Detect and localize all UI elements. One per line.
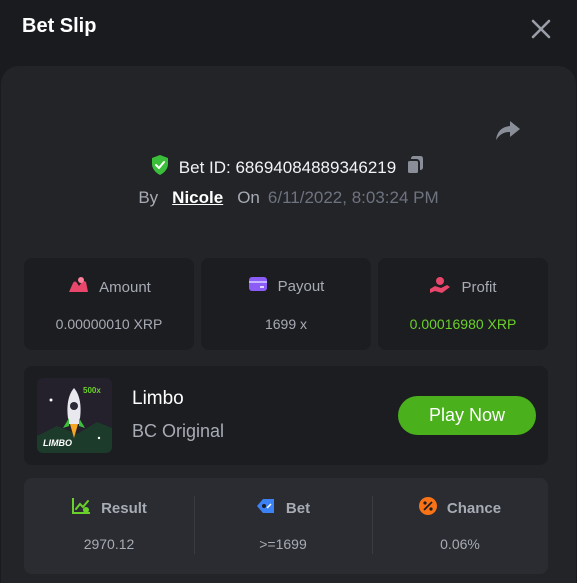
amount-label: Amount [99,279,151,296]
result-cell: Result 2970.12 [24,478,194,574]
chart-check-icon [71,497,91,520]
play-now-button[interactable]: Play Now [398,396,536,435]
result-label: Result [101,500,147,517]
bet-label: Bet [285,500,311,517]
chance-cell: Chance 0.06% [372,478,548,574]
percent-icon [418,497,437,520]
game-thumb-label: LIMBO [43,438,72,448]
profit-label: Profit [461,279,497,296]
bet-slip-modal: Bet Slip Bet ID: 68694084889346219 By Ni… [0,0,577,583]
tag-icon [256,497,276,520]
hand-coin-icon [429,276,451,299]
profit-value: 0.00016980 XRP [409,316,517,332]
bet-value: >=1699 [259,536,307,552]
modal-title: Bet Slip [22,15,97,37]
coins-icon [67,276,89,299]
result-value: 2970.12 [83,536,135,552]
profit-card: Profit 0.00016980 XRP [378,258,548,350]
by-label: By [138,188,159,207]
bet-id: Bet ID: 68694084889346219 [178,157,397,177]
chance-value: 0.06% [440,536,480,552]
share-icon[interactable] [495,118,521,142]
amount-card: Amount 0.00000010 XRP [24,258,194,350]
amount-value: 0.00000010 XRP [55,316,163,332]
game-card: 500x LIMBO Limbo BC Original Play Now [24,366,548,465]
chance-label: Chance [446,500,502,517]
bet-cell: Bet >=1699 [194,478,372,574]
user-link[interactable]: Nicole [172,188,223,207]
game-provider: BC Original [132,421,225,441]
card-icon [248,276,268,297]
game-name: Limbo [132,388,184,409]
game-thumb-badge: 500x [83,386,101,395]
bet-author-row: By Nicole On 6/11/2022, 8:03:24 PM [0,188,577,214]
bet-date: 6/11/2022, 8:03:24 PM [267,188,439,207]
payout-card: Payout 1699 x [201,258,371,350]
on-label: On [237,188,260,207]
verified-shield-icon [150,154,170,181]
payout-value: 1699 x [264,316,308,332]
copy-icon[interactable] [405,155,425,181]
bet-id-row: Bet ID: 68694084889346219 [0,154,577,182]
game-thumbnail[interactable]: 500x LIMBO [37,378,112,453]
result-summary: Result 2970.12 Bet >=1699 Chance 0.06% [24,478,548,574]
payout-label: Payout [277,278,325,295]
modal-header: Bet Slip [0,0,577,58]
close-icon[interactable] [531,19,551,39]
